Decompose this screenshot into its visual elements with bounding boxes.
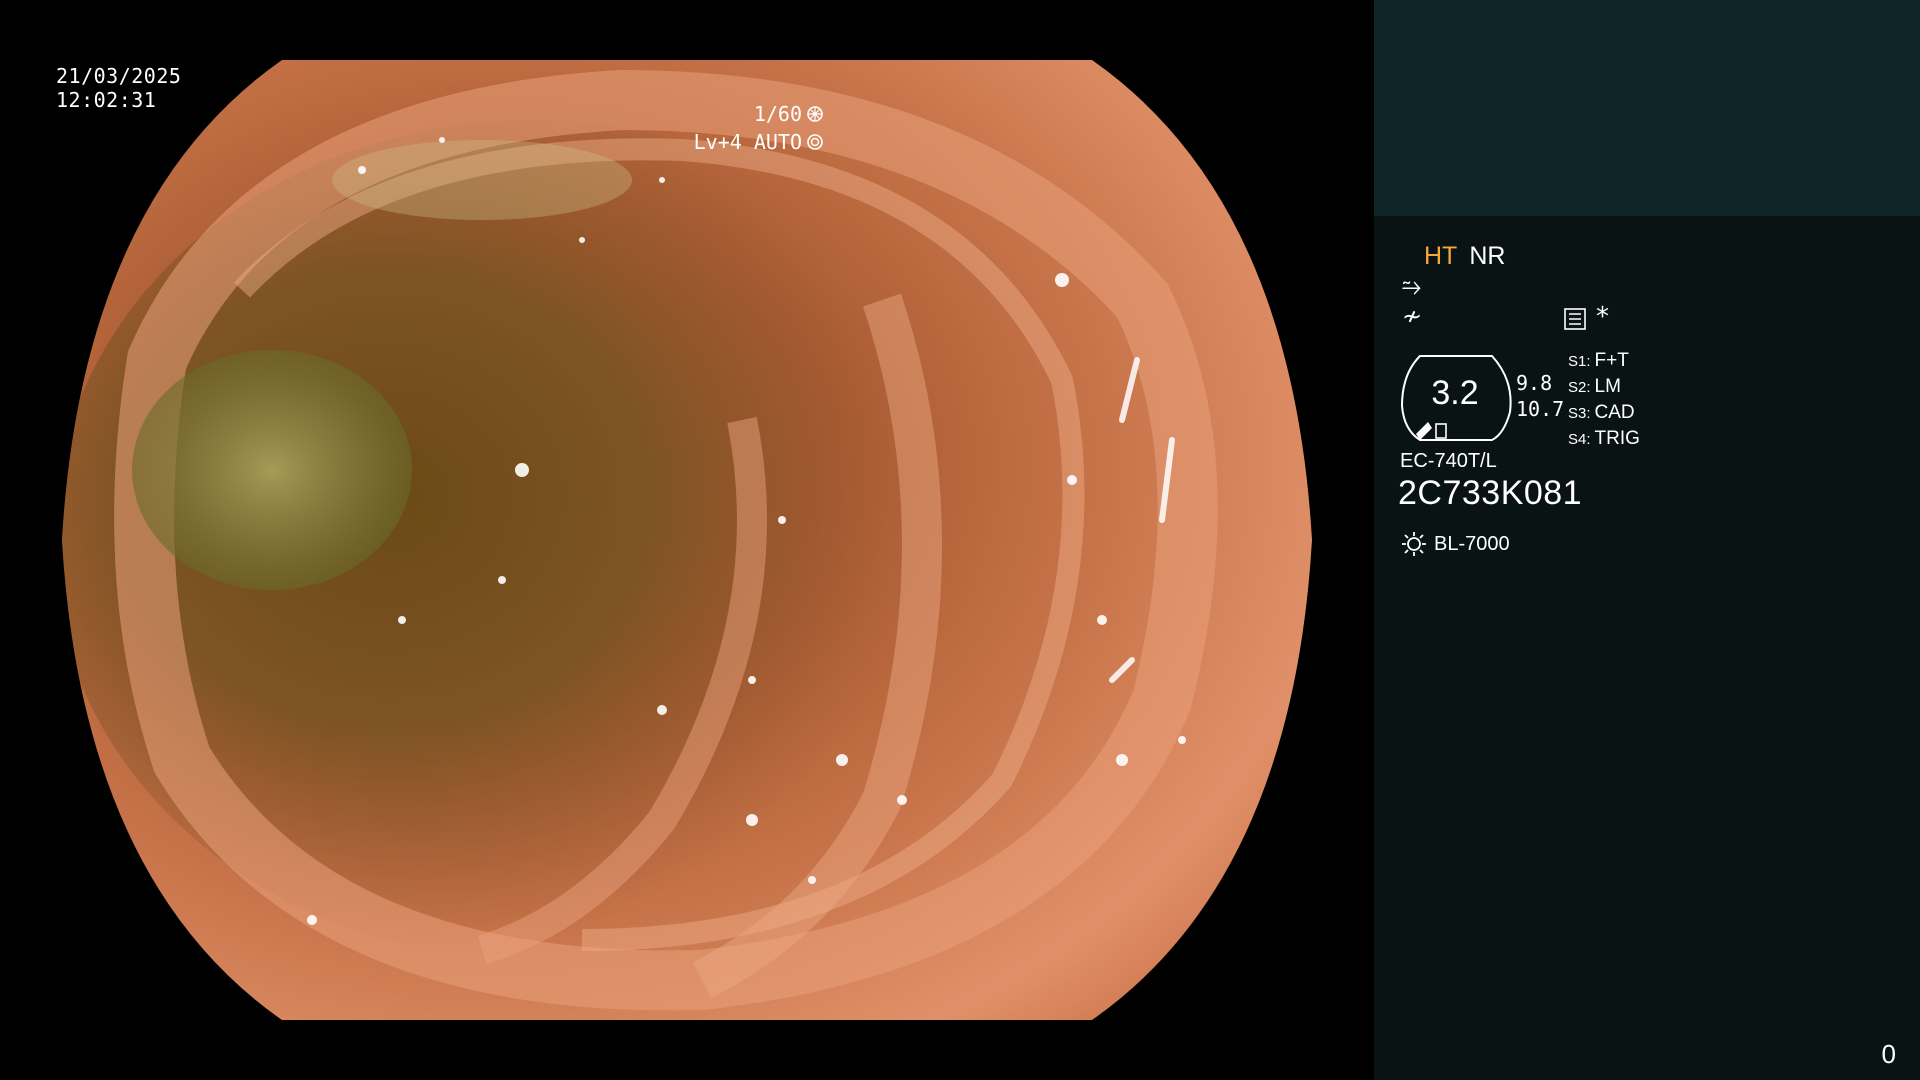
- light-source-label: BL-7000: [1434, 532, 1510, 555]
- scope-serial: 2C733K081: [1398, 474, 1583, 512]
- measurements: 9.8 10.7: [1516, 370, 1564, 422]
- light-source-icon: [1402, 532, 1426, 556]
- enhancement-mode: HT NR: [1424, 242, 1505, 271]
- date-text: 21/03/2025: [56, 64, 182, 88]
- iris-icon: [807, 134, 823, 150]
- nr-label: NR: [1469, 242, 1506, 270]
- info-panel: HT NR ⥲ ≁ * 3.2 9.8 10.7 S1: F+T S2: LM S3:…: [1374, 0, 1920, 1080]
- timestamp: 21/03/2025 12:02:31: [56, 64, 181, 112]
- shutter-speed: 1/60: [753, 102, 802, 126]
- endoscopic-image: [62, 60, 1312, 1020]
- switch-1: S1: F+T: [1568, 350, 1629, 371]
- light-source: BL-7000: [1400, 530, 1510, 558]
- star-indicator: *: [1596, 302, 1609, 332]
- switch-3: S3: CAD: [1568, 402, 1635, 423]
- switch-4: S4: TRIG: [1568, 428, 1640, 449]
- switch-2: S2: LM: [1568, 376, 1621, 397]
- aperture-icon: [807, 106, 823, 122]
- scope-model: EC-740T/L: [1400, 450, 1497, 472]
- endoscope-view: 21/03/2025 12:02:31 1/60 Lv+4 AUTO: [0, 0, 1372, 1080]
- zoom-value: 3.2: [1431, 374, 1479, 412]
- time-text: 12:02:31: [56, 88, 157, 112]
- image-counter: 0: [1881, 1039, 1896, 1069]
- thumbnail-area: [1374, 0, 1920, 216]
- exposure-readout: 1/60 Lv+4 AUTO: [694, 100, 824, 156]
- ht-label: HT: [1424, 242, 1458, 270]
- value-1: 9.8: [1516, 371, 1553, 395]
- status-panel: HT NR ⥲ ≁ * 3.2 9.8 10.7 S1: F+T S2: LM S3:…: [1374, 216, 1920, 1080]
- color-mode-icon: ≁: [1402, 302, 1423, 330]
- settings-list-icon: [1564, 308, 1586, 330]
- structure-enhance-icon: ⥲: [1402, 272, 1422, 300]
- switch-assignments: S1: F+T S2: LM S3: CAD S4: TRIG: [1568, 348, 1640, 452]
- value-2: 10.7: [1516, 397, 1565, 421]
- brightness-level: Lv+4 AUTO: [693, 130, 802, 154]
